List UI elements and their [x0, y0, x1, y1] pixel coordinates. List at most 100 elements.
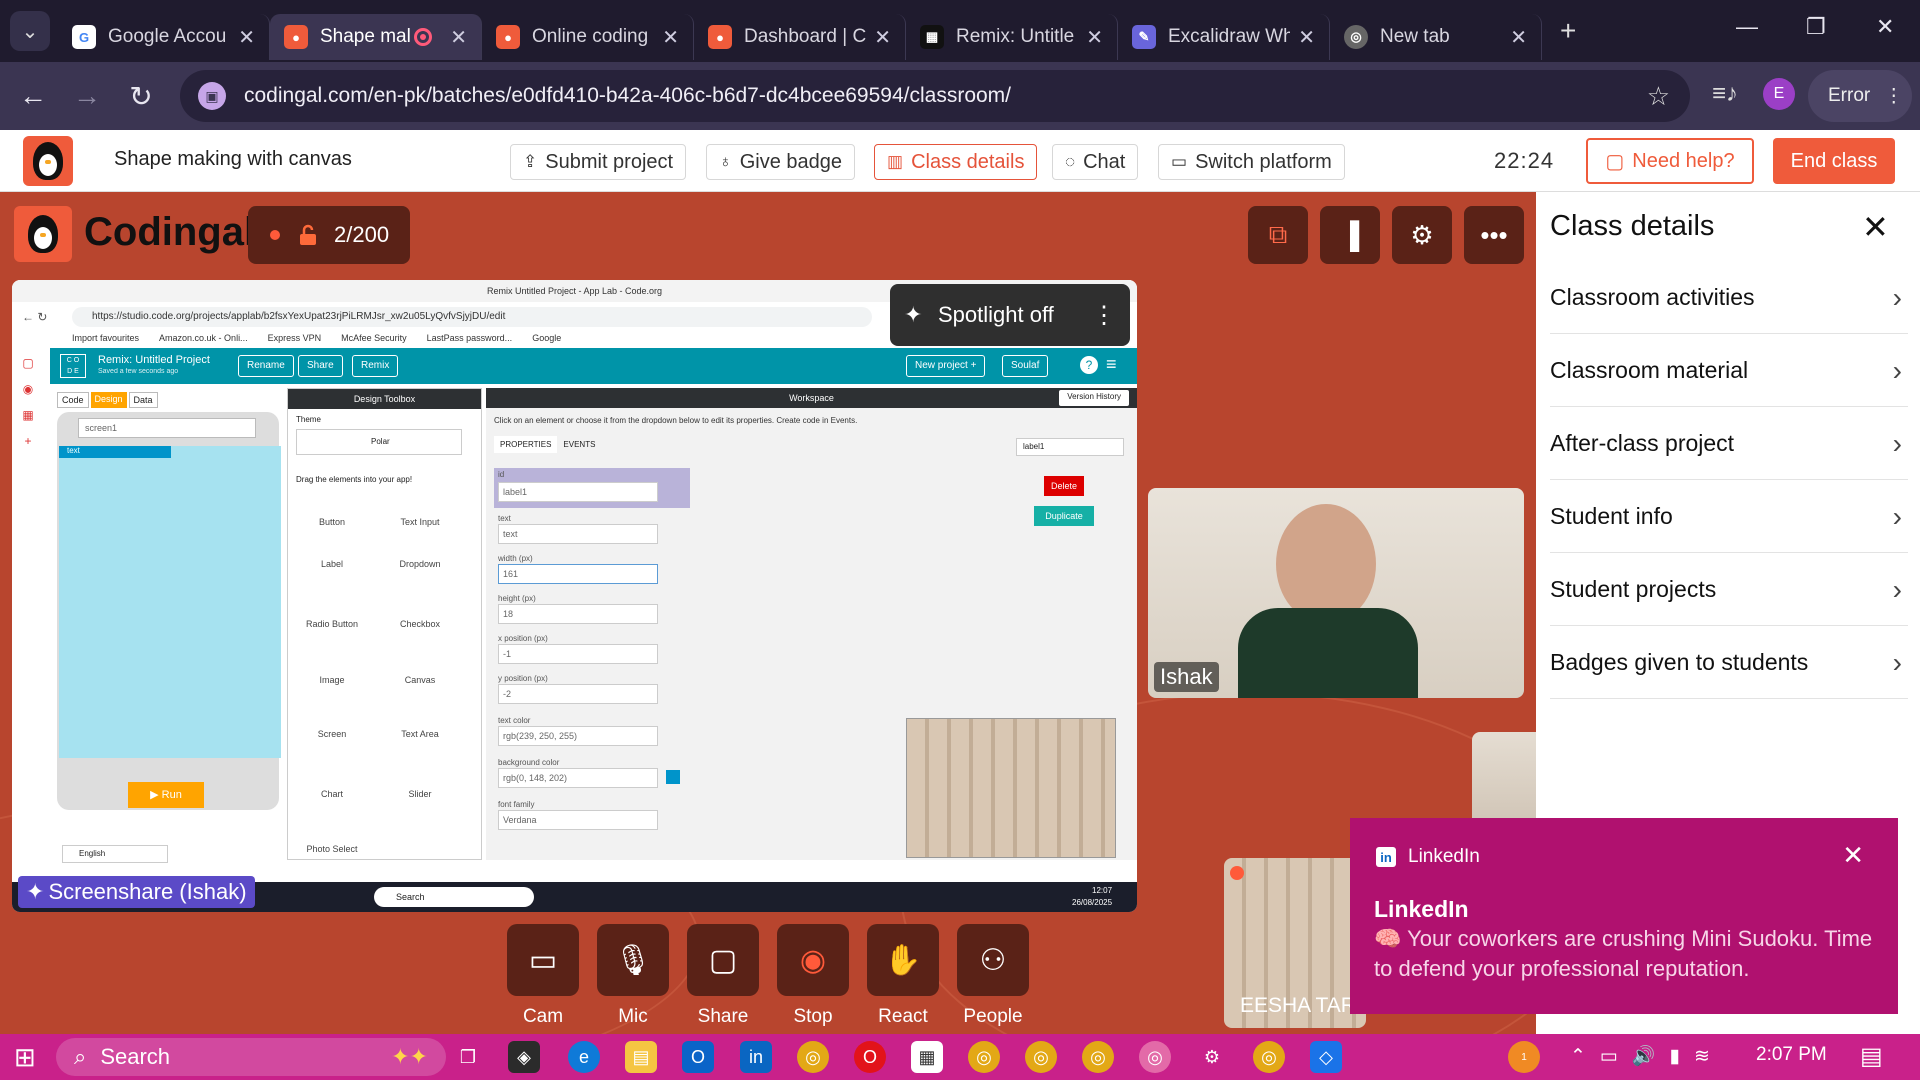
- error-button[interactable]: Error ⋮: [1808, 70, 1912, 122]
- close-icon[interactable]: ✕: [1842, 840, 1864, 871]
- settings-gear-icon[interactable]: ⚙: [1196, 1041, 1228, 1073]
- panel-item-classroom-material[interactable]: Classroom material ›: [1550, 335, 1908, 407]
- toast-header: in LinkedIn: [1376, 846, 1480, 868]
- spotlight-toggle[interactable]: ✦ Spotlight off ⋮: [890, 284, 1130, 346]
- weather-icon[interactable]: 1: [1508, 1041, 1540, 1073]
- project-title: Remix: Untitled Project: [98, 354, 210, 366]
- close-tab-icon[interactable]: ✕: [874, 25, 891, 50]
- windows-start-icon[interactable]: ⊞: [14, 1042, 36, 1073]
- close-tab-icon[interactable]: ✕: [1086, 25, 1103, 50]
- shared-time: 12:07: [1092, 886, 1113, 895]
- chat-button[interactable]: ◌ Chat: [1052, 144, 1139, 180]
- site-info-icon[interactable]: ▣: [198, 82, 226, 110]
- panel-item-after-class-project[interactable]: After-class project ›: [1550, 408, 1908, 480]
- panel-item-student-projects[interactable]: Student projects ›: [1550, 554, 1908, 626]
- outlook-icon[interactable]: O: [682, 1041, 714, 1073]
- file-explorer-icon[interactable]: ▤: [625, 1041, 657, 1073]
- opera-icon[interactable]: O: [854, 1041, 886, 1073]
- need-help-button[interactable]: ▢ Need help?: [1586, 138, 1754, 184]
- address-bar[interactable]: ▣ codingal.com/en-pk/batches/e0dfd410-b4…: [180, 70, 1690, 122]
- prop-value: 18: [498, 604, 658, 624]
- taskbar-clock[interactable]: 2:07 PM: [1756, 1044, 1827, 1066]
- participant-name: Ishak: [1154, 662, 1219, 692]
- stats-button[interactable]: ▐: [1320, 206, 1380, 264]
- linkedin-icon[interactable]: in: [740, 1041, 772, 1073]
- system-tray-icons[interactable]: ⌃▭🔊▮≋: [1570, 1044, 1724, 1068]
- chrome-profile-icon[interactable]: ◎: [1025, 1041, 1057, 1073]
- close-window-icon[interactable]: ✕: [1876, 14, 1894, 40]
- participant-video-eesha[interactable]: EESHA TAR: [1224, 858, 1366, 1028]
- close-tab-icon[interactable]: ✕: [238, 25, 255, 50]
- screenshare-view[interactable]: Remix Untitled Project - App Lab - Code.…: [12, 280, 1137, 912]
- whiteboard-toggle-button[interactable]: ⧉: [1248, 206, 1308, 264]
- chrome-profile-icon[interactable]: ◎: [1139, 1041, 1171, 1073]
- chevron-right-icon: ›: [1892, 573, 1902, 605]
- edge-icon[interactable]: e: [568, 1041, 600, 1073]
- cam-control[interactable]: ▭ Cam: [507, 924, 579, 1028]
- more-options-button[interactable]: •••: [1464, 206, 1524, 264]
- browser-tab[interactable]: G Google Accou ✕: [58, 14, 270, 60]
- browser-tab[interactable]: ● Online coding ✕: [482, 14, 694, 60]
- browser-tab[interactable]: ✎ Excalidraw Wh ✕: [1118, 14, 1330, 60]
- linkedin-notification[interactable]: in LinkedIn ✕ LinkedIn 🧠 Your coworkers a…: [1350, 818, 1898, 1014]
- browser-tab[interactable]: ◎ New tab ✕: [1330, 14, 1542, 60]
- submit-project-button[interactable]: ⇪ Submit project: [510, 144, 687, 180]
- remote-app-icon[interactable]: ◇: [1310, 1041, 1342, 1073]
- more-vertical-icon[interactable]: ⋮: [1092, 301, 1116, 330]
- close-tab-icon[interactable]: ✕: [662, 25, 679, 50]
- monitor-icon: ▭: [1171, 152, 1188, 171]
- reload-icon[interactable]: ↻: [114, 80, 168, 113]
- restore-icon[interactable]: ❐: [1806, 14, 1826, 40]
- penguin-icon: [28, 215, 58, 253]
- back-icon[interactable]: ←: [6, 80, 60, 112]
- panel-item-student-info[interactable]: Student info ›: [1550, 481, 1908, 553]
- people-control[interactable]: ⚇ People: [957, 924, 1029, 1028]
- close-tab-icon[interactable]: ✕: [450, 25, 467, 50]
- participant-name: EESHA TAR: [1240, 994, 1356, 1017]
- stop-control[interactable]: ◉ Stop: [777, 924, 849, 1028]
- forward-icon[interactable]: →: [60, 80, 114, 112]
- bookmark: McAfee Security: [341, 333, 407, 343]
- browser-tab[interactable]: ● Dashboard | C ✕: [694, 14, 906, 60]
- give-badge-button[interactable]: ♁ Give badge: [706, 144, 856, 180]
- classroom-stage: Codingal 2/200 ⧉ ▐ ⚙ ••• Remix Untitled …: [0, 192, 1536, 1034]
- new-tab-button[interactable]: +: [1560, 15, 1576, 47]
- panel-item-badges[interactable]: Badges given to students ›: [1550, 627, 1908, 699]
- close-tab-icon[interactable]: ✕: [1510, 25, 1527, 50]
- figma-icon[interactable]: ◈: [508, 1041, 540, 1073]
- mic-control[interactable]: 🎙 Mic: [597, 924, 669, 1028]
- settings-button[interactable]: ⚙: [1392, 206, 1452, 264]
- share-control[interactable]: ▢ Share: [687, 924, 759, 1028]
- notification-center-icon[interactable]: ▤: [1860, 1042, 1883, 1071]
- participant-video-ishak[interactable]: Ishak: [1148, 488, 1524, 698]
- close-tab-icon[interactable]: ✕: [1298, 25, 1315, 50]
- codingal-logo[interactable]: [23, 136, 73, 186]
- task-view-icon[interactable]: ❐: [452, 1041, 484, 1073]
- participant-counter: 2/200: [248, 206, 410, 264]
- media-control-icon[interactable]: ≡♪: [1712, 80, 1738, 108]
- url-text: codingal.com/en-pk/batches/e0dfd410-b42a…: [244, 84, 1012, 107]
- shared-date: 26/08/2025: [1072, 898, 1113, 907]
- store-icon[interactable]: ▦: [911, 1041, 943, 1073]
- close-icon[interactable]: ✕: [1862, 208, 1889, 246]
- switch-platform-button[interactable]: ▭ Switch platform: [1158, 144, 1345, 180]
- chrome-profile-icon[interactable]: ◎: [1253, 1041, 1285, 1073]
- participant-video-secondary[interactable]: [1472, 732, 1536, 832]
- browser-tab-active[interactable]: ● Shape mal ✕: [270, 14, 482, 60]
- preview-label: text: [59, 446, 171, 458]
- prop-label: height (px): [498, 594, 536, 603]
- profile-avatar[interactable]: E: [1763, 78, 1795, 110]
- tab-search-button[interactable]: ⌄: [10, 11, 50, 51]
- minimize-icon[interactable]: —: [1736, 14, 1758, 40]
- end-class-button[interactable]: End class: [1773, 138, 1895, 184]
- chrome-profile-icon[interactable]: ◎: [1082, 1041, 1114, 1073]
- chrome-icon[interactable]: ◎: [797, 1041, 829, 1073]
- class-details-button[interactable]: ▥ Class details: [874, 144, 1038, 180]
- taskbar-search[interactable]: ⌕ Search ✦✦: [56, 1038, 446, 1076]
- panel-item-classroom-activities[interactable]: Classroom activities ›: [1550, 262, 1908, 334]
- browser-tab[interactable]: ▦ Remix: Untitle ✕: [906, 14, 1118, 60]
- react-control[interactable]: ✋ React: [867, 924, 939, 1028]
- chrome-profile-icon[interactable]: ◎: [968, 1041, 1000, 1073]
- screen-select: screen1: [78, 418, 256, 438]
- bookmark-star-icon[interactable]: ☆: [1647, 81, 1670, 112]
